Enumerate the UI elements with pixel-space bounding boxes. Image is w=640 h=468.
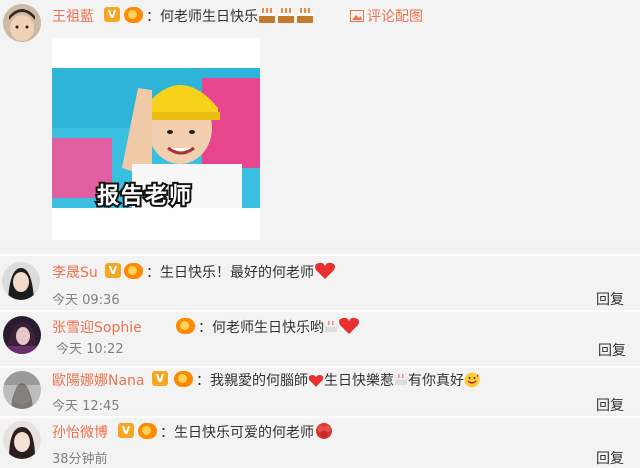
comment-image[interactable]: 报告老师 <box>52 38 260 240</box>
verified-badge-icon: V <box>152 371 168 386</box>
reply-button[interactable]: 回复 <box>598 340 626 360</box>
avatar[interactable] <box>3 316 41 354</box>
gif-caption: 报告老师 <box>95 182 194 211</box>
fan-badge-icon <box>124 263 143 279</box>
username[interactable]: 李晟Su <box>52 262 98 282</box>
comment-time: 今天 09:36 <box>52 293 120 308</box>
fan-badge-icon <box>138 423 157 439</box>
fan-badge-icon <box>174 371 193 387</box>
avatar[interactable] <box>2 262 40 300</box>
avatar[interactable] <box>3 371 41 409</box>
comment-item: 张雪迎Sophie ：何老师生日快乐哟 今天 10:22 回复 <box>0 310 640 364</box>
avatar[interactable] <box>3 4 41 42</box>
comment-text: ：何老师生日快乐 <box>146 6 315 26</box>
reply-button[interactable]: 回复 <box>596 289 624 309</box>
comment-picture-label: 评论配图 <box>367 9 423 25</box>
image-icon <box>350 10 364 22</box>
smiling-face-with-hearts-icon <box>464 372 480 388</box>
cake-emoji-icon <box>277 7 295 24</box>
comment-text: ：何老师生日快乐哟 <box>198 317 360 337</box>
comment-text: ：我親愛的何腦師 生日快樂惹 有你真好 <box>196 370 480 392</box>
comment-item: 歐陽娜娜Nana V ：我親愛的何腦師 生日快樂惹 有你真好 今天 12:45 回复 <box>0 366 640 414</box>
fan-badge-icon <box>124 7 143 23</box>
comment-text: ：生日快乐可爱的何老师 <box>160 422 334 442</box>
comment-text: ：生日快乐！最好的何老师 <box>146 262 336 282</box>
reply-button[interactable]: 回复 <box>596 448 624 468</box>
avatar[interactable] <box>3 421 41 459</box>
username[interactable]: 歐陽娜娜Nana <box>52 370 145 390</box>
fan-badge-icon <box>176 318 195 334</box>
comment-time: 38分钟前 <box>52 452 108 467</box>
cake-emoji-icon <box>258 7 276 24</box>
flower-emoji-icon <box>314 422 334 441</box>
comment-time: 今天 12:45 <box>52 399 120 414</box>
comment-time: 今天 10:22 <box>56 342 124 357</box>
heart-emoji-icon <box>308 374 324 392</box>
username[interactable]: 王祖藍 <box>52 6 94 26</box>
verified-badge-icon: V <box>104 7 120 22</box>
cake-emoji-icon <box>324 321 338 333</box>
verified-badge-icon: V <box>118 423 134 438</box>
heart-emoji-icon <box>338 317 360 335</box>
comment-item: 孙怡微博 V ：生日快乐可爱的何老师 38分钟前 回复 <box>0 416 640 468</box>
cake-emoji-icon <box>296 7 314 24</box>
comment-item: 王祖藍 V ：何老师生日快乐 评论配图 报告老师 <box>0 0 640 246</box>
username[interactable]: 孙怡微博 <box>52 422 108 442</box>
heart-emoji-icon <box>314 262 336 280</box>
verified-badge-icon: V <box>105 263 121 278</box>
cake-emoji-icon <box>394 374 408 386</box>
comment-picture-link[interactable]: 评论配图 <box>350 6 423 26</box>
username[interactable]: 张雪迎Sophie <box>52 317 142 337</box>
comment-item: 李晟Su V ：生日快乐！最好的何老师 今天 09:36 回复 <box>0 254 640 308</box>
reply-button[interactable]: 回复 <box>596 395 624 415</box>
